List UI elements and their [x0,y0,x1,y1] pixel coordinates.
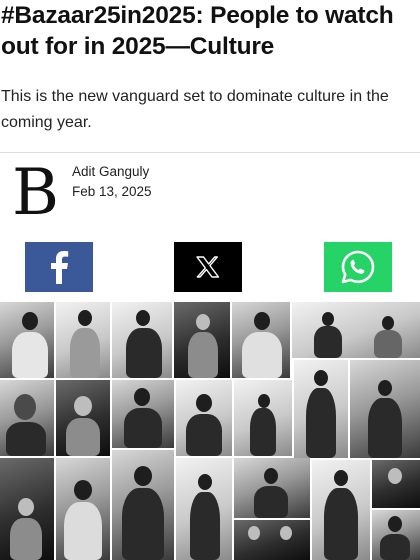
collage-photo [312,460,370,560]
collage-photo [0,302,54,378]
collage-photo [112,450,174,560]
collage-photo [372,510,420,560]
collage-photo [56,302,110,378]
publication-logo: B [12,156,60,230]
photo-collage[interactable] [0,302,420,560]
collage-photo [0,458,54,560]
x-icon [196,256,220,278]
collage-photo [176,458,232,560]
collage-photo [372,460,420,508]
collage-photo [0,380,54,456]
collage-photo [234,380,292,456]
collage-photo [112,302,172,378]
author-name[interactable]: Adit Ganguly [72,164,149,179]
collage-photo [294,360,348,458]
collage-photo [174,302,230,378]
facebook-icon [51,251,69,284]
x-share-button[interactable] [174,242,242,292]
collage-photo [176,380,232,456]
facebook-share-button[interactable] [25,242,93,292]
collage-photo [234,458,310,518]
collage-photo [112,380,174,448]
collage-photo [232,302,290,378]
collage-photo [234,520,310,560]
collage-photo [350,360,420,458]
article-headline: #Bazaar25in2025: People to watch out for… [1,2,394,60]
whatsapp-icon [341,250,375,284]
collage-photo [56,380,110,456]
collage-photo [292,302,420,358]
collage-photo [56,458,110,560]
byline-divider [0,152,420,153]
article-standfirst: This is the new vanguard set to dominate… [1,88,389,131]
publish-date: Feb 13, 2025 [72,184,152,199]
whatsapp-share-button[interactable] [324,242,392,292]
